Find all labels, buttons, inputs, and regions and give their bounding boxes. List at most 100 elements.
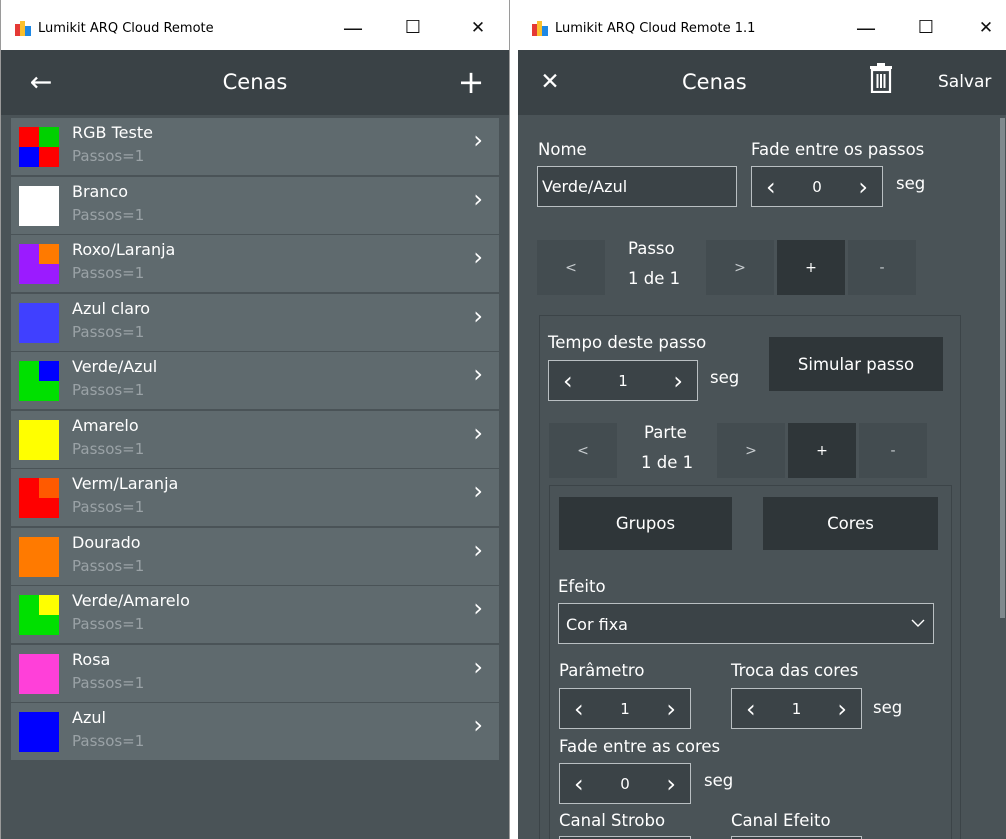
maximize-button[interactable]: ☐ (914, 14, 938, 42)
seconds-unit: seg (896, 174, 926, 193)
color-swap-stepper[interactable]: ‹ 1 › (731, 688, 862, 729)
chevron-right-icon[interactable]: › (473, 302, 483, 330)
close-window-button[interactable]: ✕ (974, 14, 998, 42)
increment-arrow-icon[interactable]: › (673, 361, 683, 400)
scene-row[interactable]: Verm/Laranja Passos=1 › (11, 469, 499, 526)
scene-row[interactable]: Verde/Azul Passos=1 › (11, 352, 499, 409)
app-logo-icon (532, 21, 548, 36)
scene-steps: Passos=1 (72, 205, 145, 224)
scene-row[interactable]: Dourado Passos=1 › (11, 527, 499, 585)
scene-name: RGB Teste (72, 123, 153, 142)
scene-steps: Passos=1 (72, 322, 145, 341)
scene-row[interactable]: Rosa Passos=1 › (11, 644, 499, 702)
scene-name: Verm/Laranja (72, 474, 179, 493)
seconds-unit: seg (873, 698, 903, 717)
scene-steps: Passos=1 (72, 732, 145, 750)
prev-step-button[interactable]: < (537, 240, 605, 295)
chevron-right-icon[interactable]: › (473, 477, 483, 505)
scene-steps: Passos=1 (72, 615, 145, 633)
scene-list: RGB Teste Passos=1 › Branco Passos=1 › Roxo/La… (11, 118, 499, 762)
step-time-stepper[interactable]: ‹ 1 › (548, 360, 698, 401)
effect-select[interactable]: Cor fixa (558, 603, 934, 644)
title-bar[interactable]: Lumikit ARQ Cloud Remote — ☐ ✕ (1, 0, 509, 50)
add-scene-icon[interactable]: + (451, 50, 491, 115)
scene-steps: Passos=1 (72, 439, 145, 458)
chevron-right-icon[interactable]: › (473, 711, 483, 739)
scene-steps: Passos=1 (72, 673, 145, 692)
chevron-right-icon[interactable]: › (473, 594, 483, 622)
chevron-right-icon[interactable]: › (473, 419, 483, 447)
chevron-right-icon[interactable]: › (473, 536, 483, 564)
increment-arrow-icon[interactable]: › (837, 689, 847, 728)
scene-row[interactable]: Azul Passos=1 › (11, 703, 499, 760)
title-bar[interactable]: Lumikit ARQ Cloud Remote 1.1 — ☐ ✕ (518, 0, 1006, 50)
chevron-right-icon[interactable]: › (473, 243, 483, 271)
scene-color-swatch (19, 244, 59, 284)
increment-arrow-icon[interactable]: › (666, 764, 676, 803)
increment-arrow-icon[interactable]: › (666, 689, 676, 728)
chevron-right-icon[interactable]: › (473, 360, 483, 388)
add-part-button[interactable]: + (788, 423, 856, 478)
chevron-right-icon[interactable]: › (473, 126, 483, 154)
window-title: Lumikit ARQ Cloud Remote (38, 21, 214, 36)
scene-row[interactable]: Amarelo Passos=1 › (11, 410, 499, 468)
minimize-button[interactable]: — (341, 14, 365, 42)
strobe-channel-label: Canal Strobo (559, 811, 666, 830)
scene-row[interactable]: RGB Teste Passos=1 › (11, 118, 499, 175)
trash-icon[interactable] (869, 63, 893, 93)
scene-row[interactable]: Branco Passos=1 › (11, 176, 499, 234)
increment-arrow-icon[interactable]: › (858, 167, 868, 206)
prev-part-button[interactable]: < (549, 423, 617, 478)
step-time-label: Tempo deste passo (548, 333, 707, 352)
scene-editor-window: Lumikit ARQ Cloud Remote 1.1 — ☐ ✕ ✕ Cen… (518, 0, 1006, 839)
close-icon[interactable]: ✕ (532, 50, 568, 115)
remove-part-button[interactable]: - (859, 423, 927, 478)
scene-color-swatch (19, 595, 59, 635)
simulate-step-button[interactable]: Simular passo (769, 337, 943, 391)
parameter-stepper[interactable]: ‹ 1 › (559, 688, 691, 729)
scene-name: Dourado (72, 532, 141, 552)
chevron-right-icon[interactable]: › (473, 653, 483, 681)
add-step-button[interactable]: + (777, 240, 845, 295)
page-title: Cenas (682, 70, 747, 94)
scene-color-swatch (19, 419, 59, 460)
next-step-button[interactable]: > (706, 240, 774, 295)
part-label: Parte (644, 423, 687, 442)
scene-name-input[interactable]: Verde/Azul (537, 166, 737, 207)
scene-steps: Passos=1 (72, 147, 145, 165)
scene-color-swatch (19, 712, 59, 752)
scene-row[interactable]: Verde/Amarelo Passos=1 › (11, 586, 499, 643)
scene-color-swatch (19, 536, 59, 577)
effect-label: Efeito (558, 577, 606, 596)
scrollbar-thumb[interactable] (1000, 118, 1005, 618)
groups-button[interactable]: Grupos (559, 497, 732, 550)
scene-color-swatch (19, 127, 59, 167)
scene-row[interactable]: Roxo/Laranja Passos=1 › (11, 235, 499, 292)
step-value: 1 de 1 (628, 269, 681, 288)
scene-steps: Passos=1 (72, 556, 145, 575)
seconds-unit: seg (710, 368, 740, 387)
scene-name: Azul claro (72, 298, 151, 318)
part-value: 1 de 1 (641, 453, 694, 472)
minimize-button[interactable]: — (854, 14, 878, 42)
scene-name: Verde/Amarelo (72, 591, 190, 610)
maximize-button[interactable]: ☐ (401, 14, 425, 42)
scene-color-swatch (19, 302, 59, 343)
next-part-button[interactable]: > (717, 423, 785, 478)
colors-button[interactable]: Cores (763, 497, 938, 550)
remove-step-button[interactable]: - (848, 240, 916, 295)
scene-name: Roxo/Laranja (72, 240, 176, 259)
app-logo-icon (15, 21, 31, 36)
close-window-button[interactable]: ✕ (466, 14, 490, 42)
fade-colors-stepper[interactable]: ‹ 0 › (559, 763, 691, 804)
scene-name: Azul (72, 708, 106, 727)
scene-name: Verde/Azul (72, 357, 158, 376)
fade-steps-stepper[interactable]: ‹ 0 › (751, 166, 883, 207)
step-label: Passo (628, 239, 675, 258)
save-button[interactable]: Salvar (938, 50, 991, 115)
name-label: Nome (538, 140, 587, 159)
scene-steps: Passos=1 (72, 498, 145, 516)
window-title: Lumikit ARQ Cloud Remote 1.1 (555, 21, 756, 36)
scene-row[interactable]: Azul claro Passos=1 › (11, 293, 499, 351)
chevron-right-icon[interactable]: › (473, 185, 483, 213)
